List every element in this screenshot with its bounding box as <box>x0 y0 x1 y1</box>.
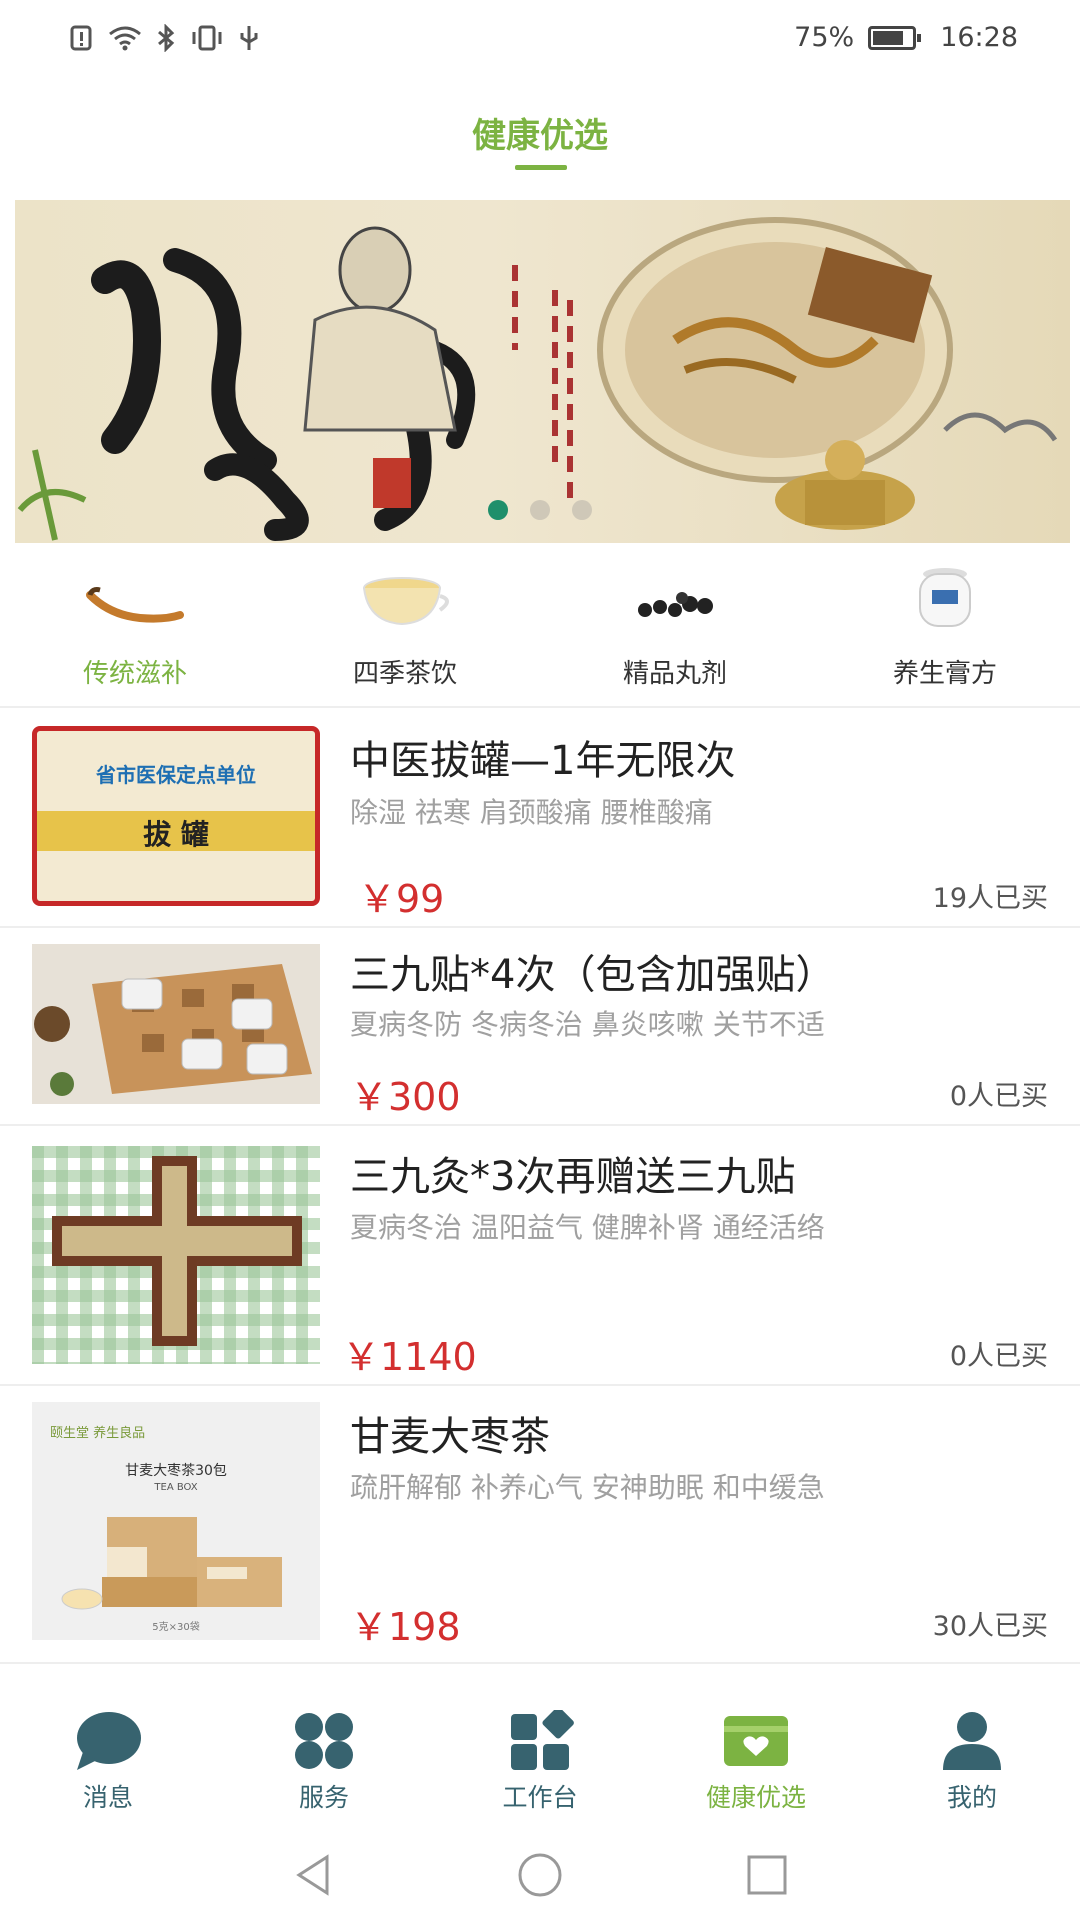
banner-dot[interactable] <box>488 500 508 520</box>
divider <box>0 1662 1080 1664</box>
nav-label: 工作台 <box>502 1783 578 1812</box>
product-item[interactable]: 三九灸*3次再赠送三九贴 夏病冬治 温阳益气 健脾补肾 通经活络 ￥1140 0… <box>0 1126 1080 1384</box>
product-price: ￥300 <box>350 1075 461 1119</box>
product-tags: 疏肝解郁 补养心气 安神助眠 和中缓急 <box>350 1471 825 1504</box>
health-card-icon <box>724 1716 788 1766</box>
nav-services[interactable]: 服务 <box>216 1690 432 1820</box>
tea-box-illustration <box>61 1517 282 1610</box>
profile-icon <box>943 1712 1001 1770</box>
nav-label: 我的 <box>946 1783 997 1812</box>
recents-icon[interactable] <box>743 1851 791 1899</box>
nav-profile[interactable]: 我的 <box>864 1690 1080 1820</box>
vibrate-icon <box>192 25 222 50</box>
category-label: 精品丸剂 <box>622 659 727 689</box>
nav-label: 服务 <box>298 1783 349 1812</box>
product-tags: 夏病冬防 冬病冬治 鼻炎咳嗽 关节不适 <box>350 1008 825 1041</box>
bottom-nav: 消息 服务 工作台 健康优选 我的 <box>0 1690 1080 1820</box>
product-item[interactable]: 颐生堂 养生良品 甘麦大枣茶30包 TEA BOX 5克×30袋 甘麦大枣茶 疏… <box>0 1386 1080 1662</box>
image-caption-top: 省市医保定点单位 <box>96 763 256 787</box>
category-traditional-tonic[interactable]: 传统滋补 <box>0 560 270 695</box>
product-title: 中医拔罐—1年无限次 <box>350 738 736 784</box>
product-image: 颐生堂 养生良品 甘麦大枣茶30包 TEA BOX 5克×30袋 <box>32 1402 320 1640</box>
product-sold-count: 0人已买 <box>949 1341 1048 1372</box>
tcm-banner-illustration <box>17 217 1058 541</box>
nav-health-selection[interactable]: 健康优选 <box>648 1690 864 1820</box>
bluetooth-icon <box>158 23 175 52</box>
product-image <box>32 944 320 1104</box>
nav-label: 消息 <box>82 1783 133 1812</box>
product-price: ￥99 <box>358 877 445 921</box>
jar-icon <box>919 568 971 627</box>
battery-icon <box>868 25 922 50</box>
product-price: ￥198 <box>350 1605 461 1649</box>
battery-percent: 75% <box>794 22 855 53</box>
product-title: 三九灸*3次再赠送三九贴 <box>350 1154 796 1200</box>
product-tags: 除湿 祛寒 肩颈酸痛 腰椎酸痛 <box>350 796 713 829</box>
product-price: ￥1140 <box>342 1335 477 1379</box>
image-brand: 颐生堂 养生良品 <box>50 1426 146 1441</box>
page-title-underline <box>515 165 567 170</box>
plaster-patches-photo <box>32 944 320 1104</box>
product-sold-count: 30人已买 <box>932 1611 1048 1642</box>
nav-label: 健康优选 <box>705 1783 806 1812</box>
product-item[interactable]: 省市医保定点单位 拔 罐 中医拔罐—1年无限次 除湿 祛寒 肩颈酸痛 腰椎酸痛 … <box>0 708 1080 926</box>
system-nav-bar <box>0 1830 1080 1920</box>
status-right: 75% 16:28 <box>794 22 1018 53</box>
back-icon[interactable] <box>289 1851 337 1899</box>
workbench-icon <box>511 1710 574 1770</box>
category-health-paste[interactable]: 养生膏方 <box>810 560 1080 695</box>
status-left-icons <box>70 23 260 53</box>
service-grid-icon <box>295 1713 353 1769</box>
alert-icon <box>70 25 92 50</box>
product-title: 甘麦大枣茶 <box>350 1414 550 1460</box>
page-title: 健康优选 <box>472 116 608 156</box>
category-seasonal-tea[interactable]: 四季茶饮 <box>270 560 540 695</box>
nav-messages[interactable]: 消息 <box>0 1690 216 1820</box>
message-icon <box>77 1712 141 1770</box>
clock: 16:28 <box>940 22 1018 53</box>
tea-cup-icon <box>363 577 449 626</box>
home-icon[interactable] <box>516 1851 564 1899</box>
product-sold-count: 19人已买 <box>932 883 1048 914</box>
product-image <box>32 1146 320 1364</box>
banner-pagination <box>488 500 592 520</box>
product-tags: 夏病冬治 温阳益气 健脾补肾 通经活络 <box>350 1211 825 1244</box>
category-label: 四季茶饮 <box>352 659 457 689</box>
banner-dot[interactable] <box>572 500 592 520</box>
cordyceps-icon <box>86 587 184 623</box>
product-image: 省市医保定点单位 拔 罐 <box>32 726 320 906</box>
wifi-icon <box>109 26 141 50</box>
image-product-name: 甘麦大枣茶30包 <box>125 1463 227 1479</box>
status-bar: 75% 16:28 <box>0 0 1080 75</box>
product-title: 三九贴*4次（包含加强贴） <box>350 952 836 998</box>
image-spec: 5克×30袋 <box>152 1622 200 1633</box>
usb-icon <box>240 25 258 50</box>
moxibustion-photo <box>32 1146 320 1364</box>
category-label: 传统滋补 <box>82 659 187 689</box>
image-subtitle: TEA BOX <box>154 1482 198 1493</box>
category-premium-pills[interactable]: 精品丸剂 <box>540 560 810 695</box>
pills-icon <box>638 592 713 617</box>
category-label: 养生膏方 <box>892 659 997 689</box>
product-item[interactable]: 三九贴*4次（包含加强贴） 夏病冬防 冬病冬治 鼻炎咳嗽 关节不适 ￥300 0… <box>0 928 1080 1124</box>
category-row: 传统滋补 四季茶饮 精品丸剂 养生膏方 <box>0 560 1080 695</box>
promo-banner[interactable] <box>15 200 1070 543</box>
product-sold-count: 0人已买 <box>949 1081 1048 1112</box>
banner-dot[interactable] <box>530 500 550 520</box>
nav-workbench[interactable]: 工作台 <box>432 1690 648 1820</box>
image-caption-main: 拔 罐 <box>143 818 209 851</box>
